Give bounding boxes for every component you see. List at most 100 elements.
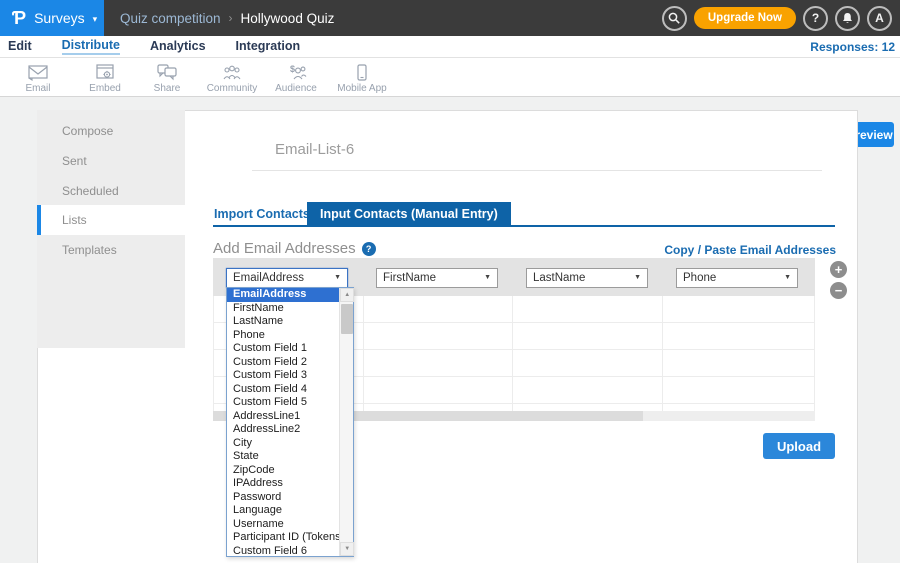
scroll-down-icon[interactable]: ▼ <box>340 542 354 556</box>
column-select-phone[interactable]: Phone ▼ <box>676 268 798 288</box>
dropdown-option[interactable]: ZipCode <box>227 464 339 478</box>
dropdown-option[interactable]: City <box>227 437 339 451</box>
scroll-up-icon[interactable]: ▲ <box>340 288 354 302</box>
breadcrumb-current: Hollywood Quiz <box>241 11 335 26</box>
grid-cell[interactable] <box>364 350 514 376</box>
dropdown-option[interactable]: Custom Field 6 <box>227 545 339 557</box>
questionpro-logo-icon: Ƥ <box>12 8 26 29</box>
chevron-down-icon: ▾ <box>93 14 98 25</box>
column-select-first-name[interactable]: FirstName ▼ <box>376 268 498 288</box>
menu-item-distribute[interactable]: Distribute <box>62 38 120 55</box>
tab-import-contacts[interactable]: Import Contacts <box>214 202 310 227</box>
grid-cell[interactable] <box>513 377 663 403</box>
select-caret-icon: ▼ <box>334 269 341 287</box>
sidebar-item-scheduled[interactable]: Scheduled <box>37 176 185 206</box>
dropdown-option[interactable]: Participant ID (Tokens) <box>227 531 339 545</box>
help-icon[interactable]: ? <box>362 242 376 256</box>
grid-cell[interactable] <box>364 377 514 403</box>
dropdown-option[interactable]: Custom Field 5 <box>227 396 339 410</box>
toolbar-label: Embed <box>89 83 121 94</box>
product-label: Surveys <box>34 10 85 26</box>
menu-item-analytics[interactable]: Analytics <box>150 39 206 54</box>
email-address-field-dropdown: EmailAddress FirstName LastName Phone Cu… <box>226 287 354 557</box>
dropdown-option[interactable]: AddressLine1 <box>227 410 339 424</box>
email-icon <box>28 62 48 81</box>
grid-cell[interactable] <box>663 323 815 349</box>
search-button[interactable] <box>662 6 687 31</box>
grid-cell[interactable] <box>513 296 663 322</box>
grid-cell[interactable] <box>663 377 815 403</box>
toolbar-item-audience[interactable]: $ Audience <box>264 62 328 94</box>
dropdown-option[interactable]: LastName <box>227 315 339 329</box>
surveys-menu[interactable]: Ƥ Surveys ▾ <box>0 0 104 36</box>
sidebar-item-sent[interactable]: Sent <box>37 146 185 176</box>
grid-cell[interactable] <box>364 296 514 322</box>
notifications-button[interactable] <box>835 6 860 31</box>
section-title: Add Email Addresses ? <box>213 240 376 257</box>
breadcrumb-parent[interactable]: Quiz competition <box>120 11 221 26</box>
select-value: LastName <box>533 269 585 287</box>
select-caret-icon: ▼ <box>484 269 491 287</box>
dropdown-option-selected[interactable]: EmailAddress <box>227 288 339 302</box>
menu-item-edit[interactable]: Edit <box>8 39 32 54</box>
dropdown-option[interactable]: Username <box>227 518 339 532</box>
dropdown-option[interactable]: Custom Field 2 <box>227 356 339 370</box>
dropdown-option[interactable]: AddressLine2 <box>227 423 339 437</box>
list-name-field[interactable]: Email-List-6 <box>275 141 354 158</box>
grid-cell[interactable] <box>663 350 815 376</box>
bell-icon <box>841 12 854 25</box>
toolbar-item-community[interactable]: Community <box>200 62 264 94</box>
select-caret-icon: ▼ <box>634 269 641 287</box>
dropdown-option[interactable]: Language <box>227 504 339 518</box>
dropdown-option[interactable]: IPAddress <box>227 477 339 491</box>
menu-item-integration[interactable]: Integration <box>236 39 301 54</box>
dropdown-option[interactable]: Custom Field 3 <box>227 369 339 383</box>
toolbar-item-mobile-app[interactable]: Mobile App <box>330 62 394 94</box>
dropdown-scrollbar-thumb[interactable] <box>341 304 353 334</box>
toolbar-item-embed[interactable]: Embed <box>73 62 137 94</box>
toolbar-label: Audience <box>275 83 317 94</box>
topbar-actions: Upgrade Now ? A <box>662 0 892 36</box>
sidebar-item-templates[interactable]: Templates <box>37 235 185 265</box>
dropdown-options: EmailAddress FirstName LastName Phone Cu… <box>227 288 339 556</box>
grid-cell[interactable] <box>513 350 663 376</box>
add-column-button[interactable]: + <box>830 261 847 278</box>
help-button[interactable]: ? <box>803 6 828 31</box>
toolbar-label: Mobile App <box>337 83 386 94</box>
remove-column-button[interactable]: − <box>830 282 847 299</box>
dropdown-option[interactable]: Custom Field 4 <box>227 383 339 397</box>
select-value: FirstName <box>383 269 436 287</box>
grid-cell[interactable] <box>663 296 815 322</box>
app-screen: Ƥ Surveys ▾ Quiz competition › Hollywood… <box>0 0 900 563</box>
sidebar-item-lists[interactable]: Lists <box>37 205 185 235</box>
dropdown-option[interactable]: State <box>227 450 339 464</box>
grid-cell[interactable] <box>663 404 815 411</box>
community-icon <box>222 62 242 81</box>
grid-cell[interactable] <box>364 404 514 411</box>
embed-icon <box>96 62 115 81</box>
grid-cell[interactable] <box>513 404 663 411</box>
sidebar-item-compose[interactable]: Compose <box>37 116 185 146</box>
upgrade-now-button[interactable]: Upgrade Now <box>694 7 796 29</box>
column-select-email-address[interactable]: EmailAddress ▼ <box>226 268 348 288</box>
copy-paste-email-addresses-link[interactable]: Copy / Paste Email Addresses <box>664 243 836 257</box>
dropdown-option[interactable]: FirstName <box>227 302 339 316</box>
tab-underline <box>213 225 835 227</box>
dropdown-option[interactable]: Password <box>227 491 339 505</box>
responses-count[interactable]: Responses: 12 <box>810 40 895 54</box>
grid-cell[interactable] <box>364 323 514 349</box>
dropdown-option[interactable]: Custom Field 1 <box>227 342 339 356</box>
question-mark-icon: ? <box>812 11 819 25</box>
grid-cell[interactable] <box>513 323 663 349</box>
upload-button[interactable]: Upload <box>763 433 835 459</box>
tab-input-contacts-manual-entry[interactable]: Input Contacts (Manual Entry) <box>307 202 511 227</box>
column-select-last-name[interactable]: LastName ▼ <box>526 268 648 288</box>
avatar[interactable]: A <box>867 6 892 31</box>
toolbar-item-share[interactable]: Share <box>135 62 199 94</box>
toolbar-label: Community <box>207 83 258 94</box>
distribute-toolbar: Email Embed Share Community $ Audience <box>0 58 900 97</box>
toolbar-item-email[interactable]: Email <box>6 62 70 94</box>
dropdown-scrollbar[interactable]: ▲ ▼ <box>339 288 353 556</box>
dropdown-option[interactable]: Phone <box>227 329 339 343</box>
list-name-underline <box>252 170 822 171</box>
